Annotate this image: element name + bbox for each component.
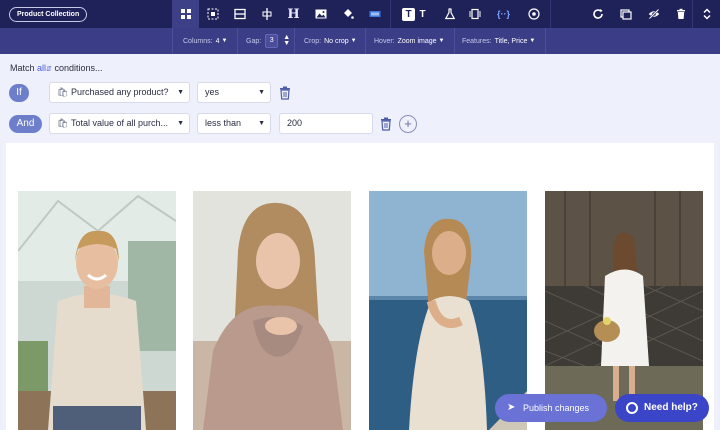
- options-divider: [454, 28, 455, 54]
- duplicate-icon[interactable]: [612, 0, 639, 28]
- grid-layout-icon[interactable]: [172, 0, 199, 28]
- spacing-icon[interactable]: [253, 0, 280, 28]
- hide-eye-icon[interactable]: [640, 0, 667, 28]
- and-connector[interactable]: And: [9, 115, 42, 133]
- publish-label: Publish changes: [523, 403, 590, 413]
- gap-stepper[interactable]: Gap: 3 ▲ ▼: [246, 28, 290, 54]
- select-area-icon[interactable]: [199, 0, 226, 28]
- hover-value: Zoom image: [397, 37, 437, 45]
- condition-operator-select[interactable]: yes ▼: [197, 82, 271, 103]
- stepper-arrows-icon[interactable]: ▲ ▼: [283, 34, 290, 47]
- fill-bucket-icon[interactable]: [334, 0, 361, 28]
- condition-field-select[interactable]: 🛍 Purchased any product? ▼: [49, 82, 190, 103]
- bag-icon: 🛍: [57, 118, 69, 128]
- options-divider: [545, 28, 546, 54]
- move-up-down-icon[interactable]: [693, 0, 720, 28]
- condition-operator-value: less than: [205, 118, 242, 128]
- hover-dropdown[interactable]: Hover: Zoom image ▼: [374, 28, 444, 54]
- play-icon[interactable]: [520, 0, 547, 28]
- condition-field-value: Purchased any product?: [71, 87, 169, 97]
- match-prefix: Match: [10, 63, 35, 73]
- options-divider: [172, 28, 173, 54]
- heading-icon[interactable]: H: [280, 0, 307, 28]
- send-icon: ➤: [507, 402, 516, 413]
- chevron-down-icon: ▼: [529, 38, 536, 44]
- chevron-down-icon: ▼: [258, 89, 265, 96]
- gap-input[interactable]: 3: [265, 34, 279, 48]
- need-help-button[interactable]: Need help?: [615, 394, 709, 422]
- chevron-down-icon: ▼: [177, 89, 184, 96]
- match-mode-stepper-icon[interactable]: ⇵: [46, 66, 52, 73]
- match-suffix: conditions...: [54, 63, 103, 73]
- columns-dropdown[interactable]: Columns: 4 ▼: [183, 28, 227, 54]
- carousel-icon[interactable]: [461, 0, 488, 28]
- chevron-down-icon: ▼: [350, 38, 357, 44]
- product-image[interactable]: [18, 191, 176, 430]
- product-collection-badge[interactable]: Product Collection: [9, 7, 88, 22]
- trash-icon[interactable]: [380, 117, 392, 131]
- if-connector[interactable]: If: [9, 84, 29, 102]
- bag-icon: 🛍: [57, 87, 69, 97]
- chevron-down-icon: ▼: [221, 38, 228, 44]
- refresh-icon[interactable]: [584, 0, 611, 28]
- features-dropdown[interactable]: Features: Title, Price ▼: [462, 28, 535, 54]
- chevron-down-icon: ▼: [258, 120, 265, 127]
- hover-label: Hover:: [374, 37, 395, 45]
- match-mode-select[interactable]: all: [37, 63, 46, 73]
- product-image[interactable]: [193, 191, 351, 430]
- chevron-down-icon: ▼: [438, 38, 445, 44]
- options-divider: [237, 28, 238, 54]
- match-condition-line: Match all⇵ conditions...: [10, 63, 102, 73]
- crop-value: No crop: [324, 37, 349, 45]
- help-label: Need help?: [644, 402, 698, 413]
- condition-field-select[interactable]: 🛍 Total value of all purch... ▼: [49, 113, 190, 134]
- flask-icon[interactable]: [436, 0, 463, 28]
- gap-label: Gap:: [246, 37, 262, 45]
- toolbar-divider: [550, 0, 551, 28]
- add-condition-button[interactable]: +: [399, 115, 417, 133]
- condition-operator-value: yes: [205, 87, 220, 97]
- section-icon[interactable]: [226, 0, 253, 28]
- condition-value-input[interactable]: 200: [279, 113, 373, 134]
- text-color-glyph: T: [419, 8, 426, 20]
- chat-bubble-icon: [626, 402, 638, 414]
- toolbar-divider: [390, 0, 391, 28]
- chevron-down-icon: ▼: [177, 120, 184, 127]
- options-bar: Columns: 4 ▼ Gap: 3 ▲ ▼ Crop: No crop ▼ H…: [0, 28, 720, 54]
- features-value: Title, Price: [494, 37, 528, 45]
- top-toolbar: Product Collection H T T {··}: [0, 0, 720, 28]
- features-label: Features:: [462, 37, 492, 45]
- crop-label: Crop:: [304, 37, 322, 45]
- options-divider: [294, 28, 295, 54]
- banner-icon[interactable]: [361, 0, 388, 28]
- image-icon[interactable]: [307, 0, 334, 28]
- columns-value: 4: [215, 37, 220, 45]
- publish-changes-button[interactable]: ➤ Publish changes: [495, 394, 607, 422]
- options-divider: [365, 28, 366, 54]
- delete-icon[interactable]: [667, 0, 694, 28]
- condition-operator-select[interactable]: less than ▼: [197, 113, 271, 134]
- trash-icon[interactable]: [279, 86, 291, 100]
- custom-code-icon[interactable]: {··}: [490, 0, 517, 28]
- condition-field-value: Total value of all purch...: [71, 118, 169, 128]
- columns-label: Columns:: [183, 37, 213, 45]
- crop-dropdown[interactable]: Crop: No crop ▼: [304, 28, 357, 54]
- text-color-icon[interactable]: T: [409, 0, 436, 28]
